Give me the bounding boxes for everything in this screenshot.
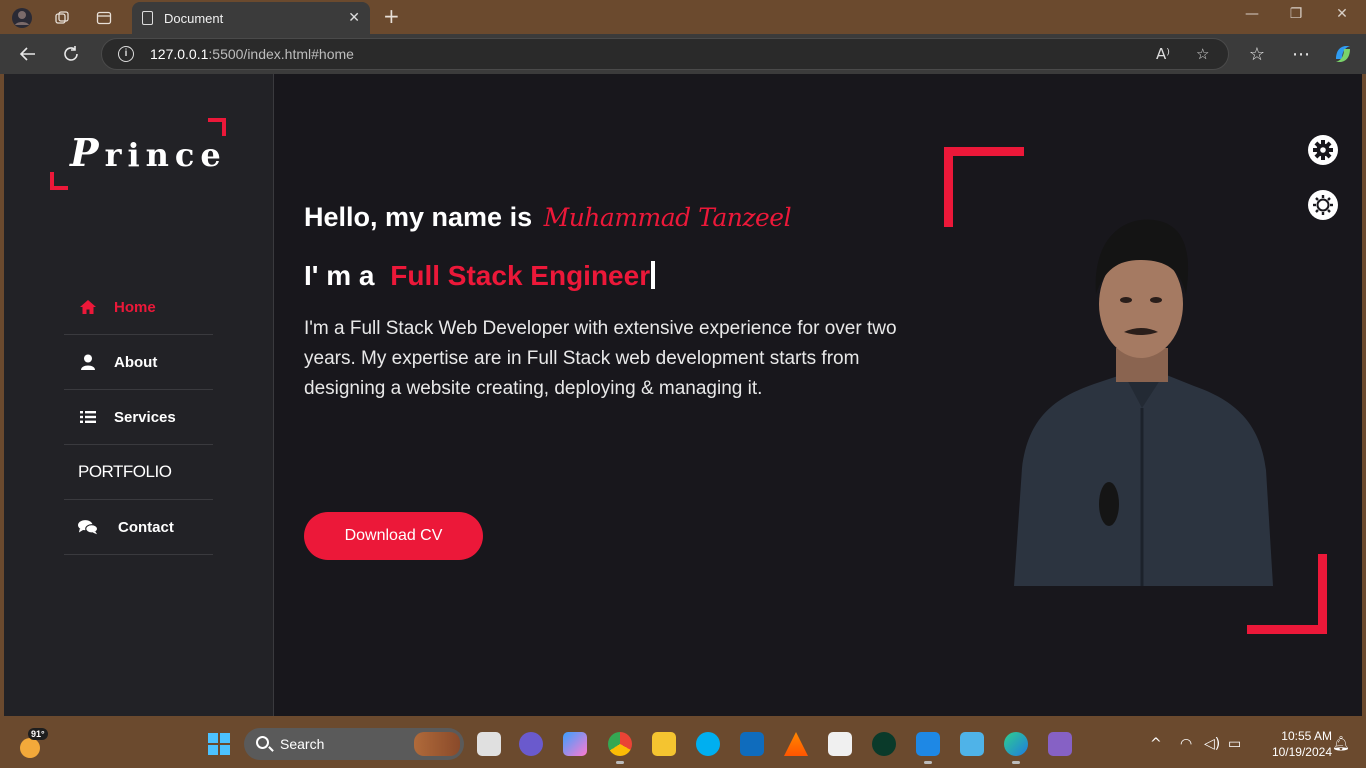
tab-document[interactable]: Document ✕ (132, 2, 370, 34)
profile-avatar-icon[interactable] (10, 6, 34, 30)
edge-icon[interactable] (1004, 732, 1028, 764)
nav-item-about[interactable]: About (64, 335, 213, 390)
nav-label: Home (114, 298, 156, 316)
search-highlight-image (414, 732, 460, 756)
task-view-icon[interactable] (477, 732, 501, 756)
taskbar-search[interactable]: Search (244, 728, 464, 760)
nav-item-contact[interactable]: Contact (64, 500, 213, 555)
temperature: 91° (28, 728, 48, 740)
clock-date: 10/19/2024 (1271, 745, 1332, 759)
new-tab-icon[interactable]: + (383, 4, 400, 28)
minimize-icon[interactable]: — (1232, 6, 1272, 22)
theme-toggle-sun-icon[interactable] (1308, 190, 1338, 220)
battery-icon[interactable]: ▭ (1228, 736, 1241, 752)
mongodb-compass-icon[interactable] (872, 732, 896, 756)
nav-label: PORTFOLIO (78, 462, 172, 481)
chrome-icon[interactable] (608, 732, 632, 764)
weather-widget[interactable]: 91° (18, 728, 48, 758)
start-windows-icon[interactable] (207, 732, 231, 756)
back-icon[interactable] (15, 42, 41, 66)
nav-item-services[interactable]: Services (64, 390, 213, 445)
search-icon (256, 736, 269, 749)
nav-item-home[interactable]: Home (64, 280, 213, 335)
comments-icon (78, 519, 98, 535)
intro-paragraph: I'm a Full Stack Web Developer with exte… (304, 318, 897, 399)
vlc-icon[interactable] (784, 732, 808, 756)
close-window-icon[interactable]: ✕ (1322, 6, 1362, 22)
logo-text: Prince (70, 130, 227, 175)
role-typed-text: Full Stack Engineer (390, 260, 651, 291)
url-field[interactable]: i 127.0.0.1:5500/index.html#home A⁾ ☆ (101, 38, 1229, 70)
sidebar: Prince Home About Services PORTFOLIO Con… (4, 74, 274, 716)
tab-title: Document (164, 10, 224, 26)
nav-label: About (114, 353, 158, 371)
wifi-icon[interactable]: ◠ (1180, 736, 1192, 752)
favorites-icon[interactable]: ☆ (1244, 42, 1270, 66)
download-cv-button[interactable]: Download CV (304, 512, 483, 560)
more-menu-icon[interactable]: ⋯ (1288, 42, 1314, 66)
skype-icon[interactable] (696, 732, 720, 756)
logo-corner-bottom-left (50, 172, 68, 190)
profile-photo (1014, 208, 1273, 586)
taskbar: 91° Search ^ ◠ ◁) ▭ 10:55 AM 10/19/2024 … (0, 720, 1366, 768)
copilot-app-icon[interactable] (563, 732, 587, 756)
role-heading: I' m a Full Stack Engineer (304, 260, 924, 304)
url-text: 127.0.0.1:5500/index.html#home (150, 46, 354, 62)
vscode-icon[interactable] (916, 732, 940, 764)
address-bar: i 127.0.0.1:5500/index.html#home A⁾ ☆ ☆ … (0, 34, 1366, 74)
person-name: Muhammad Tanzeel (543, 203, 792, 232)
browser-titlebar: Document ✕ + — ❐ ✕ (0, 0, 1366, 34)
user-icon (78, 354, 98, 370)
outlook-icon[interactable] (740, 732, 764, 756)
portfolio-page: Prince Home About Services PORTFOLIO Con… (4, 74, 1362, 716)
copilot-icon[interactable] (1330, 42, 1356, 66)
close-tab-icon[interactable]: ✕ (348, 9, 360, 26)
photo-frame-top-left (944, 147, 1024, 227)
home-icon (78, 299, 98, 315)
greeting-heading: Hello, my name is Muhammad Tanzeel (304, 202, 792, 232)
workspaces-icon[interactable] (50, 6, 74, 30)
notepad-icon[interactable] (960, 732, 984, 756)
settings-gear-icon[interactable] (1308, 135, 1338, 165)
system-clock[interactable]: 10:55 AM 10/19/2024 (1256, 728, 1332, 760)
list-icon (78, 409, 98, 425)
search-label: Search (280, 736, 325, 752)
site-logo[interactable]: Prince (50, 118, 226, 190)
nav-item-portfolio[interactable]: PORTFOLIO (64, 445, 213, 500)
show-hidden-icons-chevron-icon[interactable]: ^ (1150, 736, 1162, 752)
tab-actions-icon[interactable] (92, 6, 116, 30)
typing-cursor (651, 261, 656, 289)
clock-time: 10:55 AM (1281, 729, 1332, 743)
snipping-tool-icon[interactable] (828, 732, 852, 756)
favorite-star-icon[interactable]: ☆ (1196, 45, 1209, 63)
restore-icon[interactable]: ❐ (1276, 6, 1316, 22)
refresh-icon[interactable] (58, 42, 84, 66)
volume-icon[interactable]: ◁) (1204, 736, 1220, 752)
nav-label: Services (114, 408, 176, 426)
teams-meet-icon[interactable] (519, 732, 543, 756)
hero-section: Hello, my name is Muhammad Tanzeel I' m … (304, 202, 924, 560)
read-aloud-icon[interactable]: A⁾ (1156, 45, 1170, 63)
weather-sun-icon (20, 738, 40, 758)
file-explorer-icon[interactable] (652, 732, 676, 756)
site-info-icon[interactable]: i (118, 46, 134, 62)
main-nav: Home About Services PORTFOLIO Contact (64, 280, 213, 555)
document-icon (142, 11, 153, 25)
notifications-bell-icon[interactable]: 🔔︎ (1332, 736, 1350, 752)
nav-label: Contact (118, 518, 174, 536)
visual-studio-icon[interactable] (1048, 732, 1072, 756)
